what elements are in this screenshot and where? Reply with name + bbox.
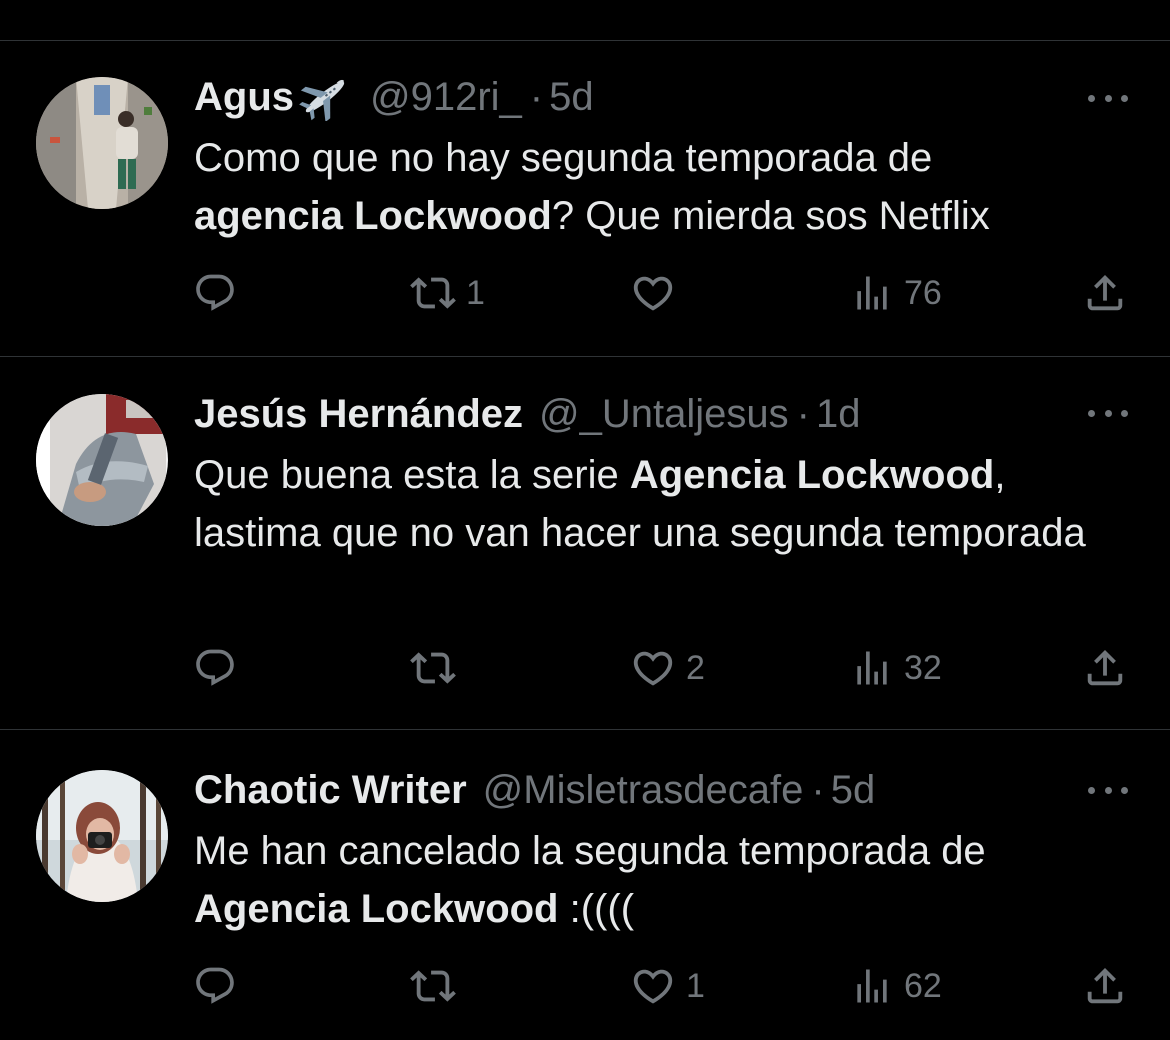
views-button[interactable]: 62	[850, 956, 942, 1016]
views-icon	[857, 969, 887, 1003]
display-name[interactable]: Agus	[194, 75, 294, 120]
tweet-text-part: Me han cancelado la segunda temporada de	[194, 829, 986, 873]
views-icon	[857, 651, 887, 685]
like-count: 1	[686, 966, 705, 1005]
retweet-count: 1	[466, 273, 485, 312]
retweet-icon	[410, 277, 456, 309]
tweet-text-part: ? Que mierda sos Netflix	[551, 194, 990, 238]
timestamp[interactable]: 1d	[816, 392, 861, 437]
tweet-text-part: :((((	[558, 887, 635, 931]
like-count: 2	[686, 648, 705, 687]
tweet-text-bold: Agencia Lockwood	[629, 453, 995, 497]
share-icon	[1087, 649, 1123, 686]
timestamp[interactable]: 5d	[549, 75, 594, 120]
avatar[interactable]	[36, 770, 168, 902]
display-name[interactable]: Chaotic Writer	[194, 768, 467, 813]
tweet-text: Que buena esta la serie Agencia Lockwood…	[194, 446, 1134, 562]
avatar[interactable]	[36, 77, 168, 209]
action-bar: 1 76	[0, 263, 1170, 323]
tweet-text-part: Como que no hay segunda temporada de	[194, 136, 933, 180]
retweet-icon	[410, 652, 456, 684]
user-handle[interactable]: @912ri_	[370, 75, 522, 120]
user-handle[interactable]: @_Untaljesus	[539, 392, 789, 437]
more-icon[interactable]	[1088, 91, 1128, 105]
share-icon	[1087, 274, 1123, 311]
more-icon[interactable]	[1088, 406, 1128, 420]
reply-button[interactable]	[193, 263, 247, 323]
reply-button[interactable]	[193, 638, 247, 698]
views-count: 76	[904, 273, 942, 312]
timestamp[interactable]: 5d	[831, 768, 876, 813]
retweet-button[interactable]: 1	[410, 263, 485, 323]
tweet[interactable]: Agus @912ri_ · 5d Como que no hay segund…	[0, 41, 1170, 357]
dot-separator: ·	[796, 391, 810, 436]
more-icon[interactable]	[1088, 783, 1128, 797]
display-name[interactable]: Jesús Hernández	[194, 392, 523, 437]
tweet-text: Me han cancelado la segunda temporada de…	[194, 822, 1134, 938]
tweet-text-part: Que buena esta la serie	[194, 453, 630, 497]
tweet[interactable]: Chaotic Writer @Misletrasdecafe · 5d Me …	[0, 732, 1170, 1040]
dot-separator: ·	[529, 74, 544, 119]
dot-separator: ·	[811, 767, 825, 812]
airplane-emoji-icon	[296, 73, 354, 122]
tweet-text-bold: Agencia Lockwood	[194, 887, 559, 931]
reply-icon	[196, 649, 234, 686]
tweet-divider	[0, 729, 1170, 730]
reply-icon	[196, 274, 234, 311]
views-count: 62	[904, 966, 942, 1005]
tweet-header: Chaotic Writer @Misletrasdecafe · 5d	[194, 766, 875, 814]
views-icon	[857, 276, 887, 310]
retweet-icon	[410, 970, 456, 1002]
avatar[interactable]	[36, 394, 168, 526]
share-icon	[1087, 967, 1123, 1004]
views-button[interactable]: 32	[850, 638, 942, 698]
share-button[interactable]	[1082, 956, 1128, 1016]
tweet[interactable]: Jesús Hernández @_Untaljesus · 1d Que bu…	[0, 358, 1170, 730]
reply-button[interactable]	[193, 956, 247, 1016]
reply-icon	[196, 967, 234, 1004]
like-button[interactable]: 1	[630, 956, 705, 1016]
tweet-text-bold: agencia Lockwood	[194, 194, 552, 238]
views-button[interactable]: 76	[850, 263, 942, 323]
like-icon	[633, 276, 673, 311]
like-icon	[633, 969, 673, 1004]
tweet-divider	[0, 356, 1170, 357]
like-button[interactable]	[630, 263, 686, 323]
retweet-button[interactable]	[410, 638, 466, 698]
user-handle[interactable]: @Misletrasdecafe	[483, 768, 804, 813]
action-bar: 2 32	[0, 638, 1170, 698]
tweet-header: Agus @912ri_ · 5d	[194, 73, 594, 122]
views-count: 32	[904, 648, 942, 687]
like-button[interactable]: 2	[630, 638, 705, 698]
tweet-text: Como que no hay segunda temporada de age…	[194, 129, 1134, 245]
tweet-header: Jesús Hernández @_Untaljesus · 1d	[194, 390, 860, 438]
share-button[interactable]	[1082, 638, 1128, 698]
action-bar: 1 62	[0, 956, 1170, 1016]
share-button[interactable]	[1082, 263, 1128, 323]
like-icon	[633, 651, 673, 686]
retweet-button[interactable]	[410, 956, 466, 1016]
